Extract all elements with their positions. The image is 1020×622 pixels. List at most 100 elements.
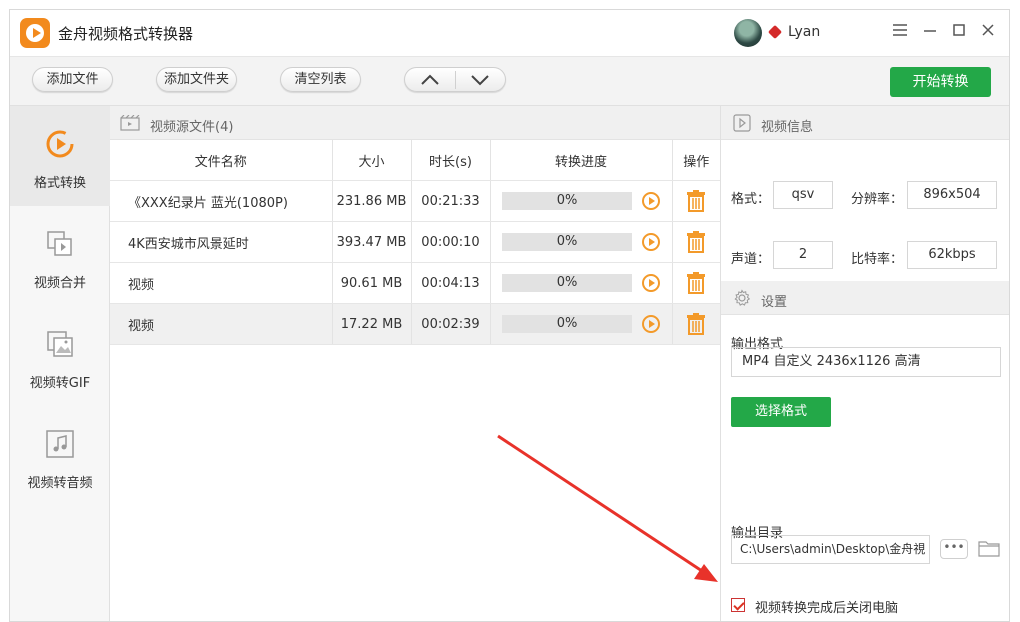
channels-value: 2 [773,241,833,269]
resolution-value: 896x504 [907,181,997,209]
progress-cell: 0% [490,262,673,304]
close-icon[interactable] [978,22,998,42]
column-header: 转换进度 [490,140,673,181]
select-format-button[interactable]: 选择格式 [731,397,831,427]
move-up-icon[interactable] [418,72,442,88]
play-icon[interactable] [642,192,660,210]
gear-icon [733,289,751,307]
app-window: 金舟视频格式转换器 Lyan 添加文件 添加文件夹 清空列表 开始转换 格式转换… [9,9,1010,622]
file-table: 文件名称 大小 时长(s) 转换进度 操作 《XXX纪录片 蓝光(1080P) … [110,140,720,345]
file-list-title: 视频源文件(4) [150,120,234,135]
username[interactable]: Lyan [788,24,820,40]
progress-cell: 0% [490,303,673,345]
trash-icon[interactable] [686,272,706,294]
file-name: 4K西安城市风景延时 [110,221,333,263]
sidebar-item-video-to-audio[interactable]: 视频转音频 [10,406,110,506]
file-duration: 00:04:13 [411,262,491,304]
progress-cell: 0% [490,180,673,222]
file-name: 视频 [110,262,333,304]
add-file-button[interactable]: 添加文件 [32,67,113,92]
music-note-icon [44,428,76,460]
trash-icon[interactable] [686,313,706,335]
vip-badge-icon [767,24,783,40]
column-header: 大小 [332,140,412,181]
action-cell [672,303,720,345]
action-cell [672,180,720,222]
start-convert-button[interactable]: 开始转换 [890,67,991,97]
shutdown-checkbox[interactable] [731,598,745,612]
trash-icon[interactable] [686,190,706,212]
format-value: qsv [773,181,833,209]
convert-icon [44,128,76,160]
film-icon [120,114,140,131]
table-row[interactable]: 《XXX纪录片 蓝光(1080P) 231.86 MB 00:21:33 0% [110,180,720,222]
table-row[interactable]: 4K西安城市风景延时 393.47 MB 00:00:10 0% [110,221,720,263]
table-row[interactable]: 视频 90.61 MB 00:04:13 0% [110,262,720,304]
channels-label: 声道： [731,252,771,267]
progress-bar: 0% [502,233,632,251]
output-format-field[interactable]: MP4 自定义 2436x1126 高清 [731,347,1001,377]
progress-bar: 0% [502,315,632,333]
action-cell [672,221,720,263]
file-size: 17.22 MB [332,303,412,345]
add-folder-button[interactable]: 添加文件夹 [156,67,237,92]
shutdown-label: 视频转换完成后关闭电脑 [755,601,899,616]
trash-icon[interactable] [686,231,706,253]
file-name: 《XXX纪录片 蓝光(1080P) [110,180,333,222]
file-list-header: 视频源文件(4) [110,106,720,140]
column-header: 操作 [672,140,720,181]
clear-list-button[interactable]: 清空列表 [280,67,361,92]
file-size: 231.86 MB [332,180,412,222]
video-info-icon [733,114,751,132]
sidebar-item-format-convert[interactable]: 格式转换 [10,106,110,206]
sidebar-item-label: 格式转换 [33,176,86,191]
format-label: 格式： [731,192,771,207]
file-duration: 00:02:39 [411,303,491,345]
toolbar: 添加文件 添加文件夹 清空列表 开始转换 [10,56,1009,106]
file-duration: 00:21:33 [411,180,491,222]
table-row[interactable]: 视频 17.22 MB 00:02:39 0% [110,303,720,345]
minimize-icon[interactable] [920,22,940,42]
file-duration: 00:00:10 [411,221,491,263]
file-size: 393.47 MB [332,221,412,263]
video-info-header: 视频信息 [721,106,1009,140]
folder-icon[interactable] [978,539,1000,557]
sidebar-item-label: 视频转音频 [27,476,93,491]
video-info-title: 视频信息 [761,120,814,135]
gif-icon [44,328,76,360]
file-name: 视频 [110,303,333,345]
resolution-label: 分辨率： [851,192,904,207]
play-icon[interactable] [642,233,660,251]
settings-title: 设置 [761,295,788,310]
bitrate-value: 62kbps [907,241,997,269]
play-icon[interactable] [642,315,660,333]
play-icon[interactable] [642,274,660,292]
output-dir-field[interactable]: C:\Users\admin\Desktop\金舟視 [731,535,930,564]
app-title: 金舟视频格式转换器 [58,25,194,43]
column-header: 时长(s) [411,140,491,181]
file-list-panel: 视频源文件(4) 文件名称 大小 时长(s) 转换进度 操作 《XXX纪录片 蓝… [110,106,720,621]
table-header-row: 文件名称 大小 时长(s) 转换进度 操作 [110,140,720,181]
user-avatar[interactable] [734,19,762,47]
move-down-icon[interactable] [468,72,492,88]
sidebar: 格式转换 视频合并 视频转GIF 视频转音频 [10,106,110,621]
merge-icon [44,228,76,260]
settings-header: 设置 [721,281,1009,315]
action-cell [672,262,720,304]
info-settings-panel: 视频信息 格式： qsv 分辨率： 896x504 声道： 2 比特率： 62k… [720,106,1009,621]
maximize-icon[interactable] [949,22,969,42]
bitrate-label: 比特率： [851,252,904,267]
progress-bar: 0% [502,274,632,292]
browse-dir-button[interactable]: ••• [940,539,968,559]
app-logo-icon [20,18,50,48]
sidebar-item-video-to-gif[interactable]: 视频转GIF [10,306,110,406]
sidebar-item-video-merge[interactable]: 视频合并 [10,206,110,306]
column-header: 文件名称 [110,140,333,181]
sidebar-item-label: 视频合并 [33,276,86,291]
sidebar-item-label: 视频转GIF [29,376,91,391]
file-size: 90.61 MB [332,262,412,304]
move-buttons [404,67,506,92]
progress-cell: 0% [490,221,673,263]
menu-icon[interactable] [890,22,910,42]
progress-bar: 0% [502,192,632,210]
